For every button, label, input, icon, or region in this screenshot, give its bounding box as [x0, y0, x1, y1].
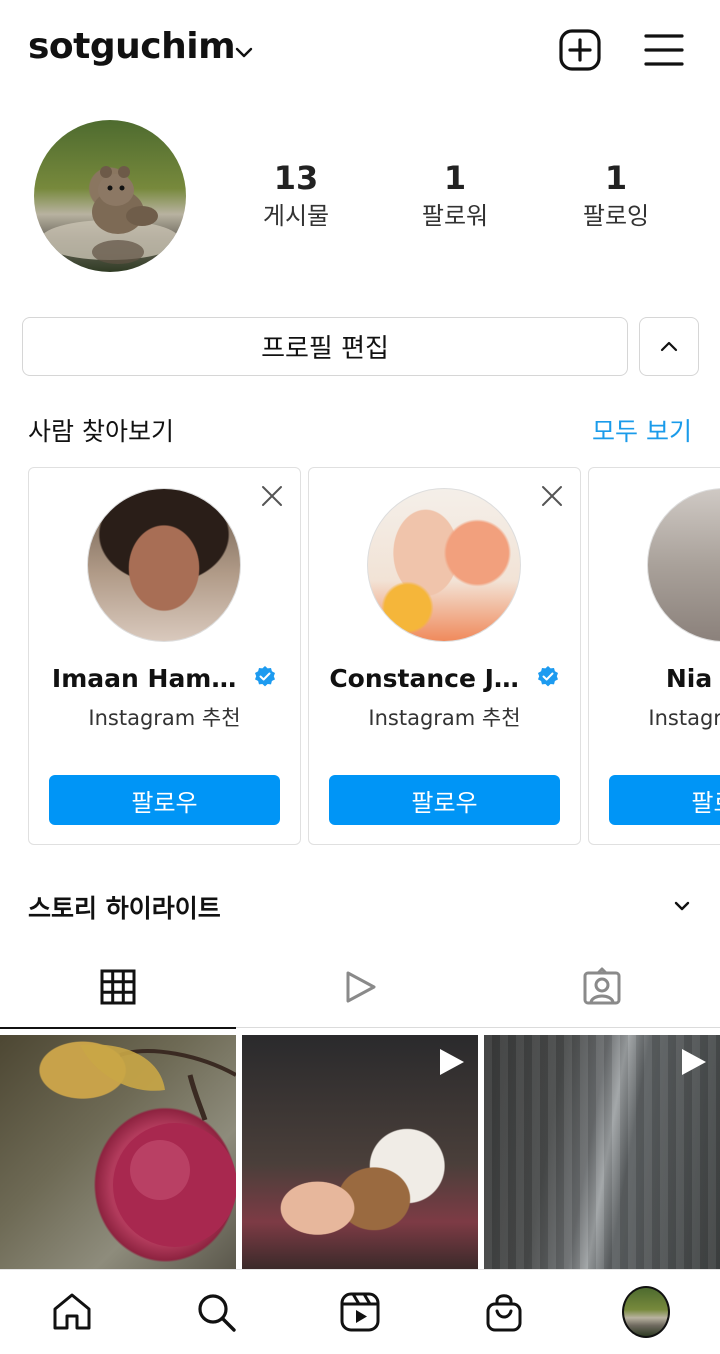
stat-followers[interactable]: 1 팔로워: [385, 158, 525, 238]
posts-grid: [0, 1035, 720, 1269]
suggestion-name-text: Imaan Ham…: [51, 664, 237, 693]
avatar[interactable]: [367, 488, 521, 642]
squirrel-icon: [40, 166, 180, 264]
profile-tabs: [0, 946, 720, 1029]
suggestion-card[interactable]: Nia Ram Instagram 추천 팔로우: [588, 467, 720, 845]
hamburger-menu-icon[interactable]: [642, 28, 686, 72]
home-icon: [53, 1293, 91, 1330]
suggestion-name-text: Nia Ram: [665, 664, 720, 693]
suggestion-name[interactable]: Imaan Ham…: [29, 664, 300, 693]
suggestion-card[interactable]: Imaan Ham… Instagram 추천 팔로우: [28, 467, 301, 845]
stat-following[interactable]: 1 팔로잉: [546, 158, 686, 238]
story-highlights-title: 스토리 하이라이트: [28, 894, 221, 923]
stat-label: 팔로워: [421, 202, 489, 230]
chevron-up-icon: [660, 341, 678, 351]
reel-play-icon: [682, 1049, 706, 1075]
suggestion-name[interactable]: Constance J…: [309, 664, 580, 693]
reels-icon: [340, 1292, 380, 1332]
edit-profile-button[interactable]: 프로필 편집: [22, 317, 628, 376]
apple-image: [80, 1044, 236, 1247]
stat-value: 1: [443, 159, 467, 197]
post-thumbnail[interactable]: [0, 1035, 236, 1269]
follow-button[interactable]: 팔로우: [329, 775, 560, 825]
avatar[interactable]: [87, 488, 241, 642]
stat-value: 1: [604, 159, 628, 197]
search-icon: [198, 1294, 236, 1332]
chevron-down-icon[interactable]: [232, 40, 256, 64]
verified-badge-icon: [255, 666, 276, 687]
suggestion-subtitle: Instagram 추천: [368, 706, 521, 730]
follow-button[interactable]: 팔로우: [609, 775, 720, 825]
shop-bag-icon: [486, 1294, 522, 1332]
post-thumbnail[interactable]: [484, 1035, 720, 1269]
profile-avatar[interactable]: [34, 120, 186, 272]
reel-play-icon: [440, 1049, 464, 1075]
nav-shop[interactable]: [480, 1288, 528, 1336]
nav-reels[interactable]: [336, 1288, 384, 1336]
stat-label: 팔로잉: [582, 202, 650, 230]
grid-icon: [100, 969, 136, 1005]
suggestion-name[interactable]: Nia Ram: [589, 664, 720, 693]
suggested-accounts-carousel[interactable]: Imaan Ham… Instagram 추천 팔로우 Constance J……: [28, 467, 720, 845]
suggestion-card[interactable]: Constance J… Instagram 추천 팔로우: [308, 467, 581, 845]
stat-posts[interactable]: 13 게시물: [226, 158, 366, 238]
plus-square-icon[interactable]: [558, 28, 602, 72]
tab-posts-grid[interactable]: [0, 946, 236, 1029]
tagged-person-icon: [583, 967, 621, 1005]
avatar[interactable]: [647, 488, 720, 642]
close-icon[interactable]: [258, 482, 286, 510]
top-bar: sotguchim: [0, 0, 720, 100]
verified-badge-icon: [537, 666, 558, 687]
suggestion-name-text: Constance J…: [329, 664, 519, 693]
avatar: [622, 1286, 670, 1338]
post-thumbnail[interactable]: [242, 1035, 478, 1269]
discover-people-title: 사람 찾아보기: [28, 417, 174, 446]
username[interactable]: sotguchim: [28, 26, 236, 67]
nav-home[interactable]: [48, 1288, 96, 1336]
tab-tagged[interactable]: [484, 946, 720, 1028]
tab-reels[interactable]: [242, 946, 478, 1028]
nav-profile[interactable]: [622, 1286, 670, 1338]
stat-label: 게시물: [262, 202, 330, 230]
suggestion-subtitle: Instagram 추천: [648, 706, 720, 730]
chevron-down-icon[interactable]: [668, 894, 696, 918]
see-all-link[interactable]: 모두 보기: [592, 412, 692, 448]
reels-play-icon: [346, 971, 376, 1003]
suggestions-toggle-button[interactable]: [639, 317, 699, 376]
bottom-navigation: [0, 1269, 720, 1354]
nav-search[interactable]: [192, 1288, 240, 1336]
follow-button[interactable]: 팔로우: [49, 775, 280, 825]
stat-value: 13: [273, 159, 319, 197]
close-icon[interactable]: [538, 482, 566, 510]
suggestion-subtitle: Instagram 추천: [88, 706, 241, 730]
